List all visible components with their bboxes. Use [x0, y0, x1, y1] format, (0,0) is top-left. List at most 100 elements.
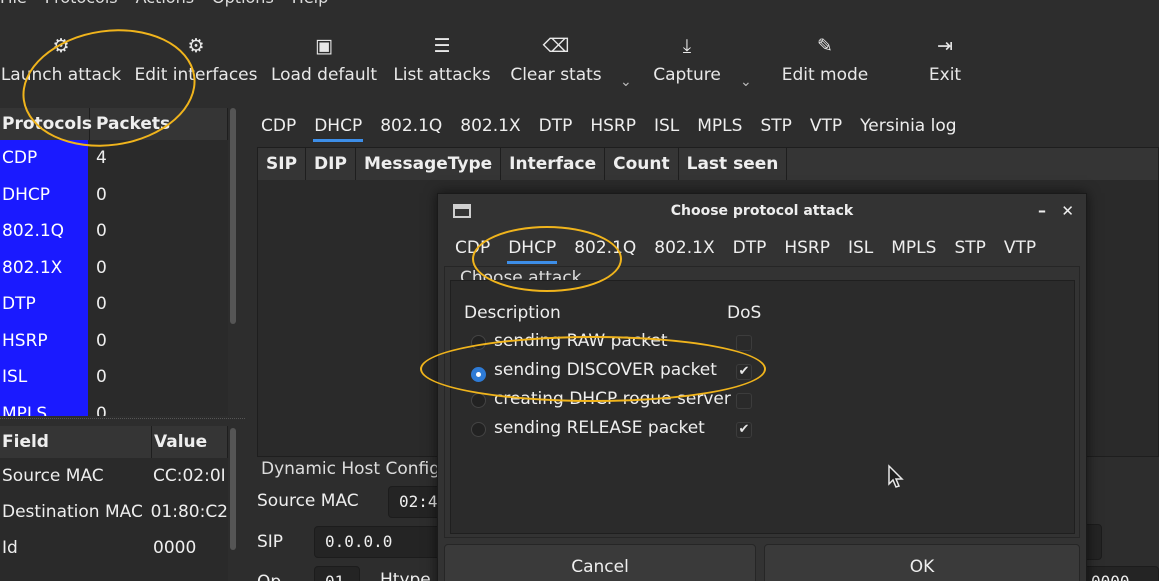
protocol-name: 802.1Q — [0, 213, 88, 250]
gears-icon: ⚙ — [52, 35, 70, 57]
main-tabs: CDP DHCP 802.1Q 802.1X DTP HSRP ISL MPLS STP VTP Y… — [252, 110, 966, 142]
protocol-row[interactable]: MPLS 0 — [0, 395, 228, 416]
grid-header: SIP DIP MessageType Interface Count Last seen — [258, 148, 1158, 180]
toolbar-label: Edit interfaces — [134, 65, 258, 85]
pane-splitter[interactable] — [0, 418, 245, 424]
attack-list: Description DoS sending RAW packet sendin… — [450, 280, 1075, 534]
count-column-header[interactable]: Count — [605, 148, 679, 180]
tab-dhcp[interactable]: DHCP — [305, 110, 371, 142]
tab-yersinia-log[interactable]: Yersinia log — [851, 110, 965, 142]
protocol-table-scrollbar[interactable] — [230, 108, 236, 324]
interface-column-header[interactable]: Interface — [501, 148, 606, 180]
packets-column-header[interactable]: Packets — [90, 108, 228, 140]
dos-checkbox[interactable] — [736, 393, 752, 409]
attack-label[interactable]: sending DISCOVER packet — [494, 360, 717, 380]
packet-count: 0 — [96, 367, 107, 387]
attack-radio-button[interactable] — [471, 422, 486, 437]
protocols-column-header[interactable]: Protocols — [0, 108, 92, 140]
protocol-row[interactable]: DHCP 0 — [0, 176, 228, 213]
ok-button[interactable]: OK — [764, 544, 1080, 581]
toolbar-label: Edit mode — [781, 65, 869, 85]
packet-count: 0 — [96, 257, 107, 278]
field-table-header: Field Value — [0, 426, 228, 458]
dialog-tab-dhcp[interactable]: DHCP — [499, 232, 565, 264]
dialog-tab-mpls[interactable]: MPLS — [882, 232, 945, 264]
attack-label[interactable]: sending RAW packet — [494, 331, 668, 351]
protocol-row[interactable]: HSRP 0 — [0, 322, 228, 359]
dip-column-header[interactable]: DIP — [306, 148, 356, 180]
dialog-tab-dtp[interactable]: DTP — [724, 232, 776, 264]
attack-label[interactable]: creating DHCP rogue server — [494, 389, 731, 409]
attack-radio-button[interactable] — [471, 366, 486, 382]
cancel-button[interactable]: Cancel — [444, 544, 756, 581]
dialog-tab-cdp[interactable]: CDP — [446, 232, 499, 264]
dropdown-arrow-icon[interactable]: ⌄ — [620, 74, 632, 90]
protocol-row[interactable]: CDP 4 — [0, 140, 228, 177]
value-column-header[interactable]: Value — [152, 426, 228, 458]
toolbar-label: Exit — [928, 65, 962, 85]
messagetype-column-header[interactable]: MessageType — [356, 148, 502, 180]
dos-checkbox[interactable]: ✔ — [736, 364, 752, 380]
dialog-tab-802-1q[interactable]: 802.1Q — [565, 232, 645, 264]
capture-button[interactable]: ⤓ Capture — [647, 26, 727, 96]
dropdown-arrow-icon[interactable]: ⌄ — [740, 74, 752, 90]
sip-input[interactable]: 0.0.0.0 — [314, 526, 444, 558]
edit-interfaces-button[interactable]: ⚙ Edit interfaces — [133, 26, 259, 96]
protocol-row[interactable]: 802.1X 0 — [0, 249, 228, 286]
load-default-button[interactable]: ▣ Load default — [268, 26, 380, 96]
dialog-tab-hsrp[interactable]: HSRP — [775, 232, 839, 264]
menu-bar: File Protocols Actions Options Help — [0, 0, 1159, 10]
tab-isl[interactable]: ISL — [645, 110, 688, 142]
dos-checkbox[interactable] — [736, 335, 752, 351]
field-row[interactable]: Destination MAC 01:80:C2 — [0, 494, 228, 530]
packet-count: 4 — [96, 148, 107, 168]
tab-hsrp[interactable]: HSRP — [581, 110, 645, 142]
menu-help[interactable]: Help — [292, 0, 328, 10]
last-seen-column-header[interactable]: Last seen — [679, 148, 788, 180]
menu-file[interactable]: File — [0, 0, 27, 10]
field-table-scrollbar[interactable] — [230, 428, 236, 550]
tab-mpls[interactable]: MPLS — [688, 110, 751, 142]
protocol-row[interactable]: DTP 0 — [0, 286, 228, 323]
dialog-tab-stp[interactable]: STP — [945, 232, 994, 264]
field-row[interactable]: Id 0000 — [0, 530, 228, 566]
exit-button[interactable]: ⇥ Exit — [925, 26, 965, 96]
edit-mode-button[interactable]: ✎ Edit mode — [779, 26, 871, 96]
menu-actions[interactable]: Actions — [136, 0, 194, 10]
protocol-row[interactable]: 802.1Q 0 — [0, 213, 228, 250]
tab-cdp[interactable]: CDP — [252, 110, 305, 142]
dialog-tab-vtp[interactable]: VTP — [995, 232, 1045, 264]
close-button[interactable]: ✕ — [1061, 194, 1074, 228]
dialog-tab-802-1x[interactable]: 802.1X — [645, 232, 723, 264]
sip-column-header[interactable]: SIP — [258, 148, 307, 180]
dialog-protocol-tabs: CDP DHCP 802.1Q 802.1X DTP HSRP ISL MPLS STP VTP — [446, 232, 1045, 264]
toolbar-label: Capture — [653, 65, 721, 85]
list-attacks-button[interactable]: ☰ List attacks — [390, 26, 494, 96]
tab-802-1x[interactable]: 802.1X — [451, 110, 529, 142]
tab-vtp[interactable]: VTP — [801, 110, 851, 142]
tab-dtp[interactable]: DTP — [530, 110, 582, 142]
protocol-name: HSRP — [0, 322, 88, 359]
launch-attack-button[interactable]: ⚙ Launch attack — [0, 26, 122, 96]
dos-checkbox[interactable]: ✔ — [736, 422, 752, 438]
field-column-header[interactable]: Field — [0, 426, 152, 458]
attack-radio-button[interactable] — [471, 335, 486, 350]
field-row[interactable]: Source MAC CC:02:0I — [0, 458, 228, 494]
right-value-input[interactable]: 0000 — [1080, 566, 1159, 581]
toolbar: ⚙ Launch attack ⚙ Edit interfaces ▣ Load defa… — [0, 26, 1159, 96]
protocol-row[interactable]: ISL 0 — [0, 359, 228, 396]
dialog-titlebar[interactable]: Choose protocol attack – ✕ — [438, 194, 1086, 228]
attack-radio-button[interactable] — [471, 393, 486, 408]
attack-label[interactable]: sending RELEASE packet — [494, 418, 705, 438]
op-input[interactable]: 01 — [314, 566, 360, 581]
network-card-icon: ▣ — [315, 35, 333, 57]
toolbar-label: Load default — [270, 65, 377, 85]
tab-stp[interactable]: STP — [751, 110, 800, 142]
tab-802-1q[interactable]: 802.1Q — [371, 110, 451, 142]
menu-options[interactable]: Options — [212, 0, 274, 10]
clear-stats-button[interactable]: ⌫ Clear stats — [508, 26, 604, 96]
minimize-button[interactable]: – — [1038, 194, 1046, 228]
gears-icon: ⚙ — [187, 35, 205, 57]
dialog-tab-isl[interactable]: ISL — [839, 232, 882, 264]
menu-protocols[interactable]: Protocols — [45, 0, 118, 10]
